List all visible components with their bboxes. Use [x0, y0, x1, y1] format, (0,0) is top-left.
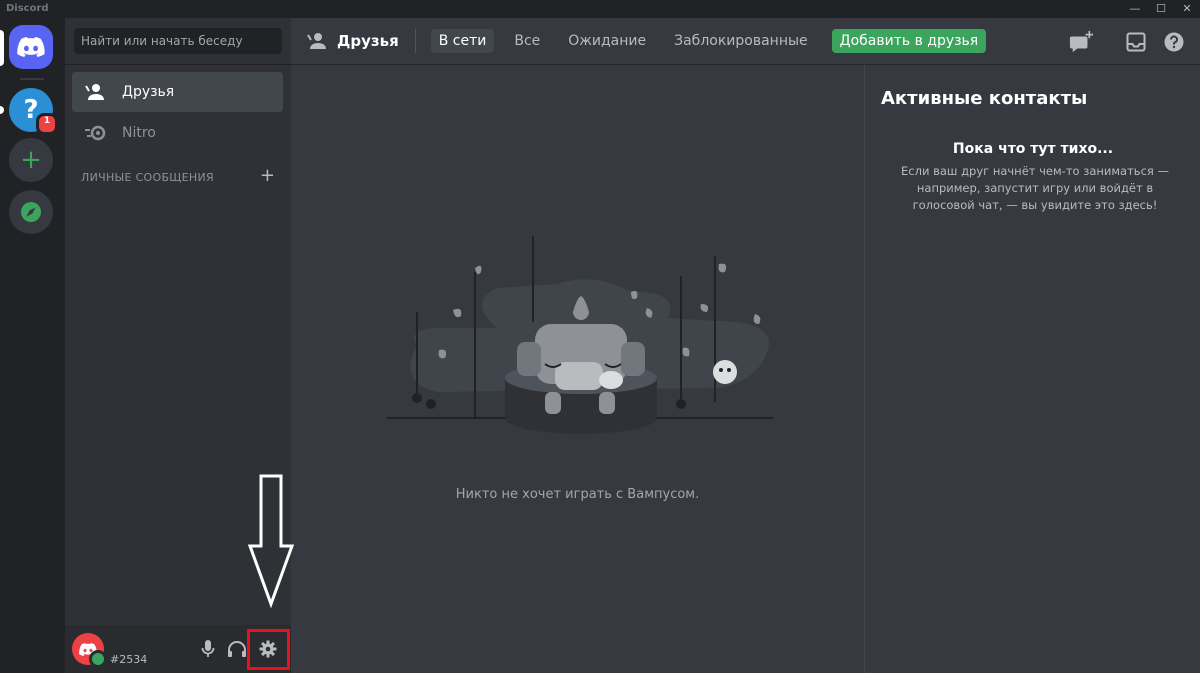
active-now-panel: Активные контакты Пока что тут тихо... Е…: [864, 65, 1200, 673]
inbox-icon: [1126, 32, 1146, 52]
mention-badge: 1: [36, 113, 58, 135]
microphone-icon: [201, 640, 215, 657]
active-now-title: Активные контакты: [881, 88, 1088, 109]
close-button[interactable]: ✕: [1174, 0, 1200, 18]
discord-app: Discord — ☐ ✕ ? 1 + Найти или начать бес…: [0, 0, 1200, 673]
tab-pending[interactable]: Ожидание: [560, 29, 654, 53]
headphones-icon: [228, 641, 246, 657]
plus-icon: +: [20, 145, 42, 175]
search-bar: [65, 18, 291, 65]
tab-online[interactable]: В сети: [430, 29, 495, 53]
add-server-button[interactable]: +: [9, 138, 53, 182]
settings-highlight-box: [247, 629, 290, 670]
help-icon: [1164, 32, 1184, 52]
page-title-text: Друзья: [337, 32, 399, 50]
direct-messages-header: ЛИЧНЫЕ СООБЩЕНИЯ: [81, 171, 214, 184]
user-tag: #2534: [110, 653, 148, 666]
active-now-empty-title: Пока что тут тихо...: [952, 141, 1114, 157]
page-title: Друзья: [307, 32, 399, 50]
sidebar-item-nitro[interactable]: Nitro: [72, 113, 283, 153]
unread-pill: [0, 106, 4, 114]
sidebar-item-friends[interactable]: Друзья: [72, 72, 283, 112]
compass-icon: [21, 202, 41, 222]
home-button[interactable]: [9, 25, 53, 69]
friends-icon: [307, 33, 326, 49]
active-now-empty-text: Если ваш друг начнёт чем-то заниматься —…: [901, 164, 1169, 212]
search-input[interactable]: [74, 28, 282, 54]
explore-servers-button[interactable]: [9, 190, 53, 234]
avatar[interactable]: [72, 633, 107, 668]
nitro-icon: [84, 121, 108, 145]
server-rail: ? 1 +: [0, 18, 65, 673]
help-button[interactable]: [1162, 30, 1186, 54]
annotation-arrow: [248, 474, 294, 608]
friends-icon: [84, 80, 108, 104]
new-group-dm-icon: [1069, 30, 1093, 53]
selected-pill: [0, 30, 4, 66]
server-help[interactable]: ? 1: [9, 88, 58, 135]
discord-logo-icon: [17, 37, 45, 57]
deafen-button[interactable]: [225, 637, 249, 661]
maximize-button[interactable]: ☐: [1148, 0, 1174, 18]
tab-all[interactable]: Все: [506, 29, 548, 53]
new-group-dm-button[interactable]: [1069, 30, 1093, 54]
sidebar-item-label: Nitro: [122, 125, 156, 141]
empty-state-text: Никто не хочет играть с Вампусом.: [455, 487, 700, 502]
sidebar-item-label: Друзья: [122, 84, 175, 100]
mute-button[interactable]: [196, 637, 220, 661]
online-status-dot: [89, 650, 107, 668]
inbox-button[interactable]: [1124, 30, 1148, 54]
tab-blocked[interactable]: Заблокированные: [666, 29, 816, 53]
wumpus-sleeping-illustration: [387, 236, 773, 434]
add-friend-button[interactable]: Добавить в друзья: [831, 29, 987, 53]
minimize-button[interactable]: —: [1122, 0, 1148, 18]
create-dm-button[interactable]: +: [260, 166, 275, 186]
app-brand: Discord: [6, 3, 49, 14]
rail-separator: [20, 78, 44, 80]
header-divider: [414, 29, 416, 53]
friends-header: Друзья В сети Все Ожидание Заблокированн…: [291, 18, 1200, 65]
title-bar: Discord — ☐ ✕: [0, 0, 1200, 18]
